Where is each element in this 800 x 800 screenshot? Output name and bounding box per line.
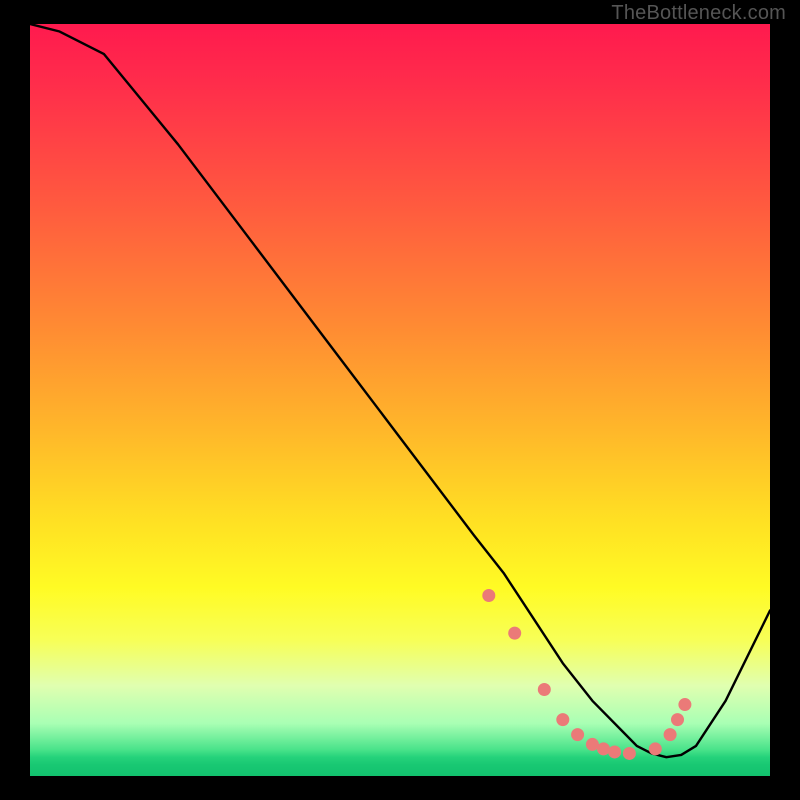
curve-marker [623,747,636,760]
plot-area [30,24,770,776]
bottleneck-curve [30,24,770,757]
curve-marker [571,728,584,741]
chart-svg [30,24,770,776]
curve-marker [586,738,599,751]
curve-marker [482,589,495,602]
curve-marker [678,698,691,711]
curve-marker [508,627,521,640]
curve-marker [538,683,551,696]
curve-marker [556,713,569,726]
watermark-label: TheBottleneck.com [611,2,786,25]
curve-marker [649,742,662,755]
curve-marker [671,713,684,726]
curve-marker [608,745,621,758]
curve-markers [482,589,691,760]
curve-marker [597,742,610,755]
curve-marker [664,728,677,741]
chart-frame: TheBottleneck.com [0,0,800,800]
